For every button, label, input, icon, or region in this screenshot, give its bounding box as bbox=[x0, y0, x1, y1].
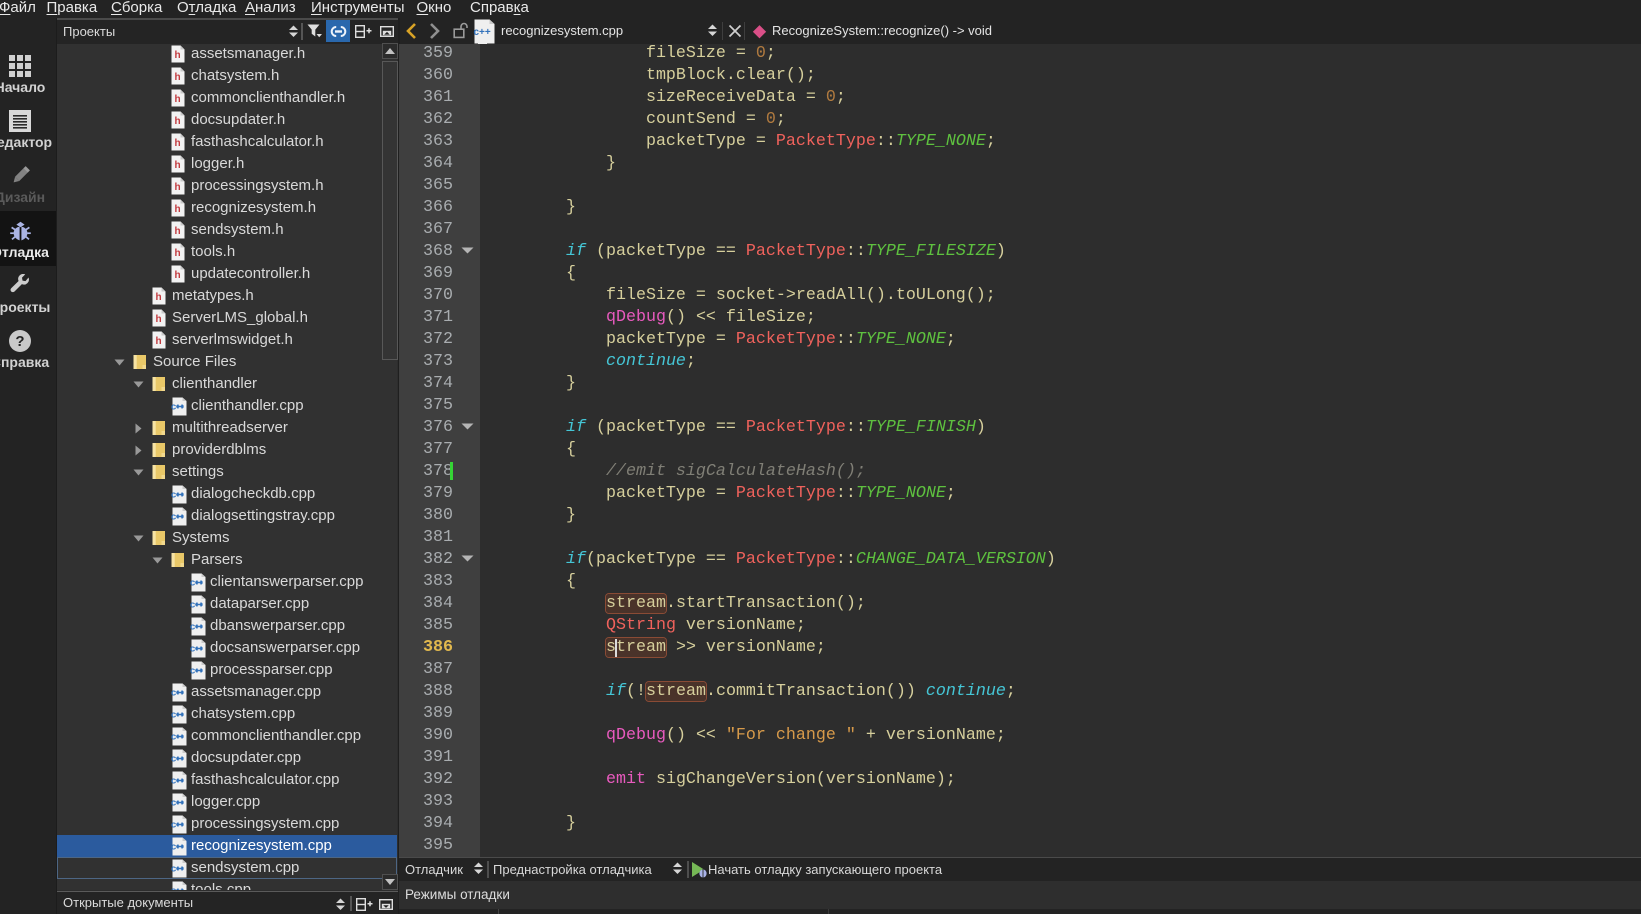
svg-text:c: c bbox=[171, 886, 176, 891]
svg-text:h: h bbox=[175, 226, 181, 237]
svg-text:h: h bbox=[175, 138, 181, 149]
svg-text:c: c bbox=[171, 512, 176, 523]
svg-text:h: h bbox=[175, 160, 181, 171]
svg-text:c: c bbox=[171, 776, 176, 787]
svg-text:h: h bbox=[156, 292, 162, 303]
svg-text:h: h bbox=[175, 204, 181, 215]
svg-text:h: h bbox=[175, 72, 181, 83]
svg-text:h: h bbox=[175, 116, 181, 127]
svg-text:c: c bbox=[171, 732, 176, 743]
svg-text:h: h bbox=[175, 248, 181, 259]
svg-text:c: c bbox=[190, 600, 195, 611]
svg-text:c: c bbox=[171, 688, 176, 699]
svg-text:c: c bbox=[171, 864, 176, 875]
svg-text:c: c bbox=[171, 820, 176, 831]
svg-text:h: h bbox=[175, 270, 181, 281]
svg-text:h: h bbox=[175, 50, 181, 61]
svg-text:c: c bbox=[171, 798, 176, 809]
svg-text:c: c bbox=[171, 842, 176, 853]
svg-text:c: c bbox=[190, 578, 195, 589]
svg-text:h: h bbox=[175, 94, 181, 105]
svg-text:c: c bbox=[190, 666, 195, 677]
svg-text:c: c bbox=[190, 622, 195, 633]
svg-text:h: h bbox=[156, 336, 162, 347]
svg-text:c: c bbox=[171, 754, 176, 765]
svg-text:c: c bbox=[171, 402, 176, 413]
svg-text:c: c bbox=[171, 710, 176, 721]
svg-text:c++: c++ bbox=[474, 27, 491, 38]
svg-text:c: c bbox=[171, 490, 176, 501]
svg-text:c: c bbox=[190, 644, 195, 655]
svg-text:?: ? bbox=[15, 333, 24, 350]
svg-text:h: h bbox=[156, 314, 162, 325]
svg-text:h: h bbox=[175, 182, 181, 193]
